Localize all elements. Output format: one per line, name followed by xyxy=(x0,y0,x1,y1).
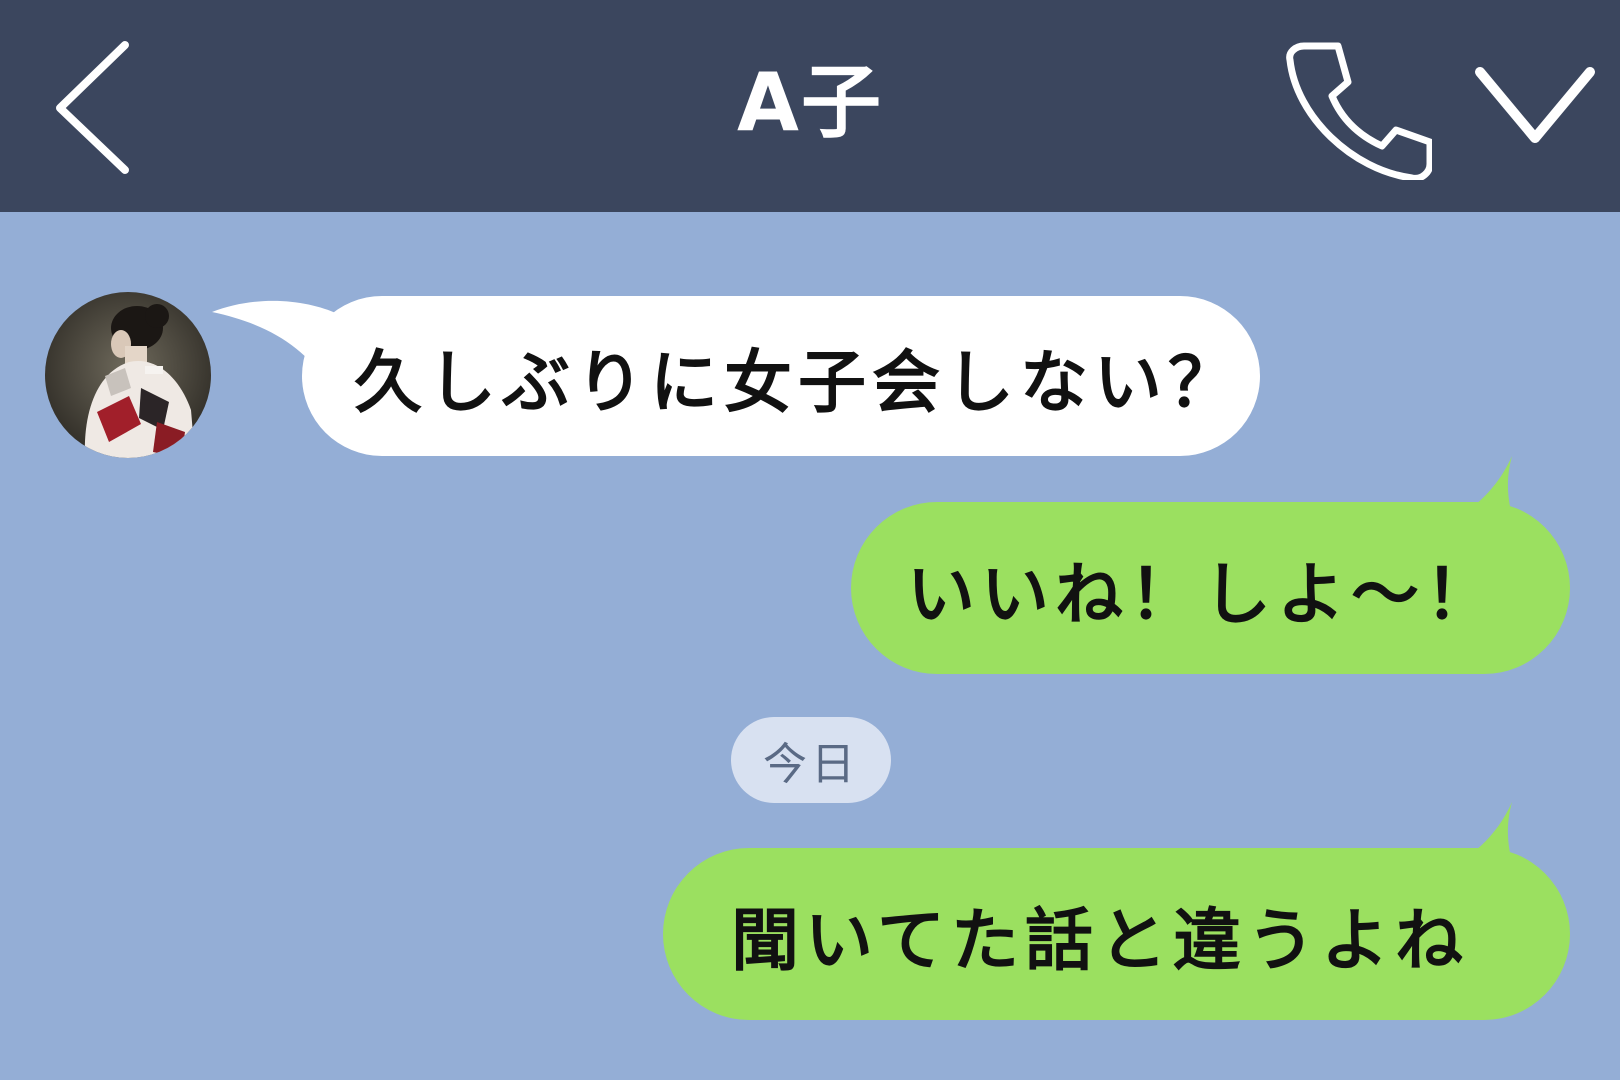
avatar-image xyxy=(45,292,211,458)
avatar[interactable] xyxy=(45,292,211,458)
chat-screen: A子 久しぶりに女子会しない？ いいね！しよ〜！ 今日 聞いてた話と違うよね xyxy=(0,0,1620,1080)
date-separator: 今日 xyxy=(731,717,891,803)
message-outgoing: いいね！しよ〜！ xyxy=(851,502,1570,674)
menu-button[interactable] xyxy=(1470,50,1600,160)
message-outgoing: 聞いてた話と違うよね xyxy=(663,848,1570,1020)
message-incoming: 久しぶりに女子会しない？ xyxy=(302,296,1260,456)
call-button[interactable] xyxy=(1282,30,1434,182)
phone-icon xyxy=(1286,42,1434,182)
chevron-down-icon xyxy=(1475,67,1595,143)
chat-header: A子 xyxy=(0,0,1620,212)
